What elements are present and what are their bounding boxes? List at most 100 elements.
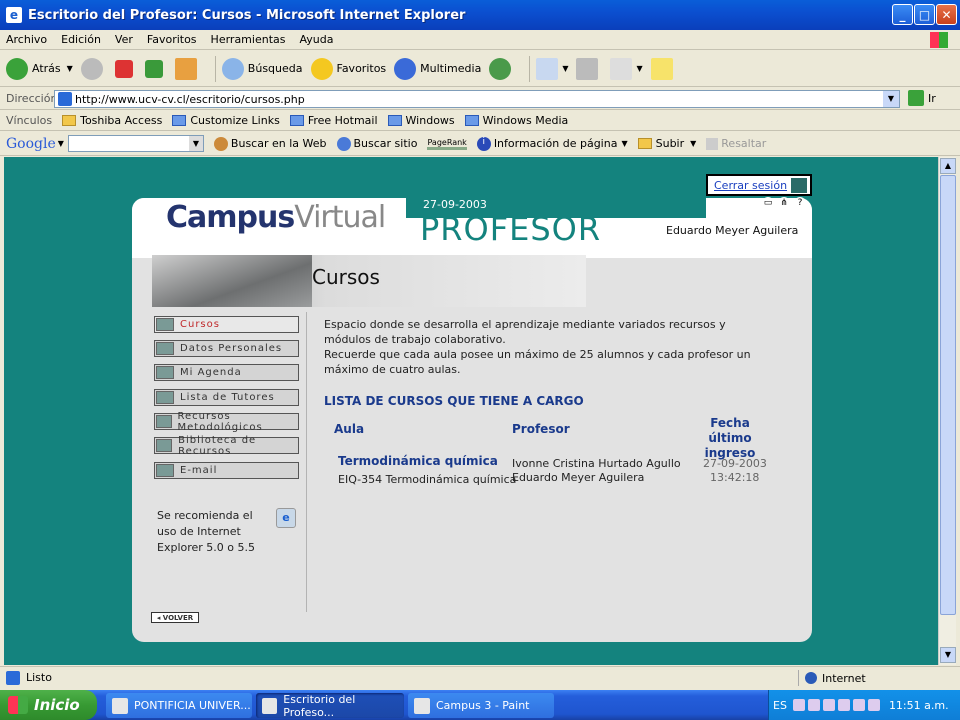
chevron-down-icon[interactable]: ▼ xyxy=(636,64,642,73)
nav-mi-agenda[interactable]: Mi Agenda xyxy=(154,364,299,381)
home-button[interactable] xyxy=(174,57,201,80)
print-icon[interactable]: ▭ xyxy=(762,197,774,209)
chevron-down-icon[interactable]: ▼ xyxy=(690,139,696,148)
nav-email[interactable]: E-mail xyxy=(154,462,299,479)
google-logo[interactable]: Google xyxy=(6,136,56,152)
nav-cursos[interactable]: Cursos xyxy=(154,316,299,333)
highlighter-icon xyxy=(706,137,719,150)
forward-arrow-icon xyxy=(80,57,103,80)
last-login-time: 13:42:18 xyxy=(710,471,760,484)
tray-arrow-icon[interactable] xyxy=(792,699,805,711)
link-windows-media[interactable]: Windows Media xyxy=(464,114,568,127)
forward-button[interactable] xyxy=(80,57,107,80)
course-link[interactable]: Termodinámica química xyxy=(338,454,498,468)
header-fecha: Fecha último ingreso xyxy=(704,416,756,460)
link-free-hotmail[interactable]: Free Hotmail xyxy=(289,114,378,127)
up-button[interactable]: Subir ▼ xyxy=(637,137,696,150)
nav-datos-personales[interactable]: Datos Personales xyxy=(154,340,299,357)
nav-lista-tutores[interactable]: Lista de Tutores xyxy=(154,389,299,406)
chevron-down-icon[interactable]: ▼ xyxy=(621,139,627,148)
chevron-down-icon[interactable]: ▼ xyxy=(58,139,64,148)
refresh-button[interactable] xyxy=(144,59,167,78)
page-info-button[interactable]: i Información de página ▼ xyxy=(476,136,628,151)
task-pontificia[interactable]: PONTIFICIA UNIVER... xyxy=(106,693,252,718)
scrollbar-thumb[interactable] xyxy=(940,175,956,615)
minimize-button[interactable]: _ xyxy=(892,4,913,25)
sitemap-icon[interactable]: ⋔ xyxy=(778,197,790,209)
info-icon: i xyxy=(476,136,491,151)
nav-label: Recursos Metodológicos xyxy=(177,410,263,433)
logout-button[interactable]: Cerrar sesión xyxy=(706,174,812,196)
messenger-button[interactable] xyxy=(650,57,677,80)
clock[interactable]: 11:51 a.m. xyxy=(889,699,949,712)
menu-ver[interactable]: Ver xyxy=(115,33,133,46)
status-text: Listo xyxy=(26,671,52,684)
back-link[interactable]: ◂ VOLVER xyxy=(151,612,199,623)
media-button[interactable]: Multimedia xyxy=(394,57,481,80)
print-button[interactable] xyxy=(576,57,602,80)
address-input[interactable]: http://www.ucv-cv.cl/escritorio/cursos.p… xyxy=(54,90,900,108)
scroll-down-button[interactable]: ▼ xyxy=(940,647,956,663)
window-title: Escritorio del Profesor: Cursos - Micros… xyxy=(28,7,466,23)
link-windows[interactable]: Windows xyxy=(387,114,455,127)
nav-biblioteca-recursos[interactable]: Biblioteca de Recursos xyxy=(154,435,299,457)
window-title-bar[interactable]: e Escritorio del Profesor: Cursos - Micr… xyxy=(0,0,960,30)
nav-recursos-metodologicos[interactable]: Recursos Metodológicos xyxy=(154,410,299,433)
logo-light-text: Virtual xyxy=(294,200,386,235)
printer-icon xyxy=(576,57,599,80)
stop-button[interactable] xyxy=(114,59,137,78)
search-site-button[interactable]: Buscar sitio xyxy=(336,136,417,151)
windows-logo-icon xyxy=(930,32,948,48)
tray-search-icon[interactable] xyxy=(867,699,880,711)
highlight-button[interactable]: Resaltar xyxy=(706,137,766,150)
search-site-icon xyxy=(336,136,351,151)
menu-herramientas[interactable]: Herramientas xyxy=(211,33,286,46)
media-icon xyxy=(394,57,417,80)
resources-icon xyxy=(156,415,172,428)
course-code: EIQ-354 Termodinámica química xyxy=(338,473,517,486)
menu-ayuda[interactable]: Ayuda xyxy=(299,33,333,46)
go-button[interactable]: Ir xyxy=(908,90,936,106)
address-dropdown-button[interactable]: ▼ xyxy=(883,91,899,107)
search-button[interactable]: Búsqueda xyxy=(221,57,303,80)
search-web-button[interactable]: Buscar en la Web xyxy=(213,136,327,151)
folder-icon xyxy=(62,115,77,126)
logout-label: Cerrar sesión xyxy=(714,178,788,192)
pagerank-indicator: PageRank xyxy=(427,138,467,150)
google-search-input[interactable]: ▼ xyxy=(67,135,204,152)
task-paint[interactable]: Campus 3 - Paint xyxy=(408,693,554,718)
mail-icon xyxy=(536,57,559,80)
link-customize-links[interactable]: Customize Links xyxy=(172,114,280,127)
zone-label: Internet xyxy=(822,671,866,685)
maximize-button[interactable]: □ xyxy=(914,4,935,25)
link-label: Toshiba Access xyxy=(80,114,163,127)
help-icon[interactable]: ? xyxy=(794,197,806,209)
close-button[interactable]: ✕ xyxy=(936,4,957,25)
back-button[interactable]: Atrás ▼ xyxy=(6,57,73,80)
vertical-scrollbar[interactable]: ▲ ▼ xyxy=(938,157,956,665)
chevron-down-icon[interactable]: ▼ xyxy=(67,64,73,73)
task-escritorio[interactable]: Escritorio del Profeso... xyxy=(256,693,404,719)
search-web-label: Buscar en la Web xyxy=(230,137,327,150)
history-icon xyxy=(489,57,512,80)
edit-button[interactable]: ▼ xyxy=(610,57,643,80)
chevron-down-icon[interactable]: ▼ xyxy=(188,136,203,151)
link-toshiba-access[interactable]: Toshiba Access xyxy=(62,114,162,127)
start-button[interactable]: Inicio xyxy=(0,690,97,720)
menu-favoritos[interactable]: Favoritos xyxy=(147,33,197,46)
language-indicator[interactable]: ES xyxy=(773,699,787,712)
tray-network-icon[interactable] xyxy=(807,699,820,711)
tray-display-icon[interactable] xyxy=(837,699,850,711)
menu-edicion[interactable]: Edición xyxy=(61,33,101,46)
menu-archivo[interactable]: Archivo xyxy=(6,33,47,46)
mail-button[interactable]: ▼ xyxy=(536,57,568,80)
folder-up-icon xyxy=(637,138,652,149)
chevron-down-icon[interactable]: ▼ xyxy=(562,64,568,73)
book-icon xyxy=(156,318,174,331)
favorites-button[interactable]: Favoritos xyxy=(310,57,386,80)
scroll-up-button[interactable]: ▲ xyxy=(940,158,956,174)
page-status-icon xyxy=(6,670,20,685)
history-button[interactable] xyxy=(489,57,515,80)
tray-volume-icon[interactable] xyxy=(852,699,865,711)
tray-app-icon[interactable] xyxy=(822,699,835,711)
